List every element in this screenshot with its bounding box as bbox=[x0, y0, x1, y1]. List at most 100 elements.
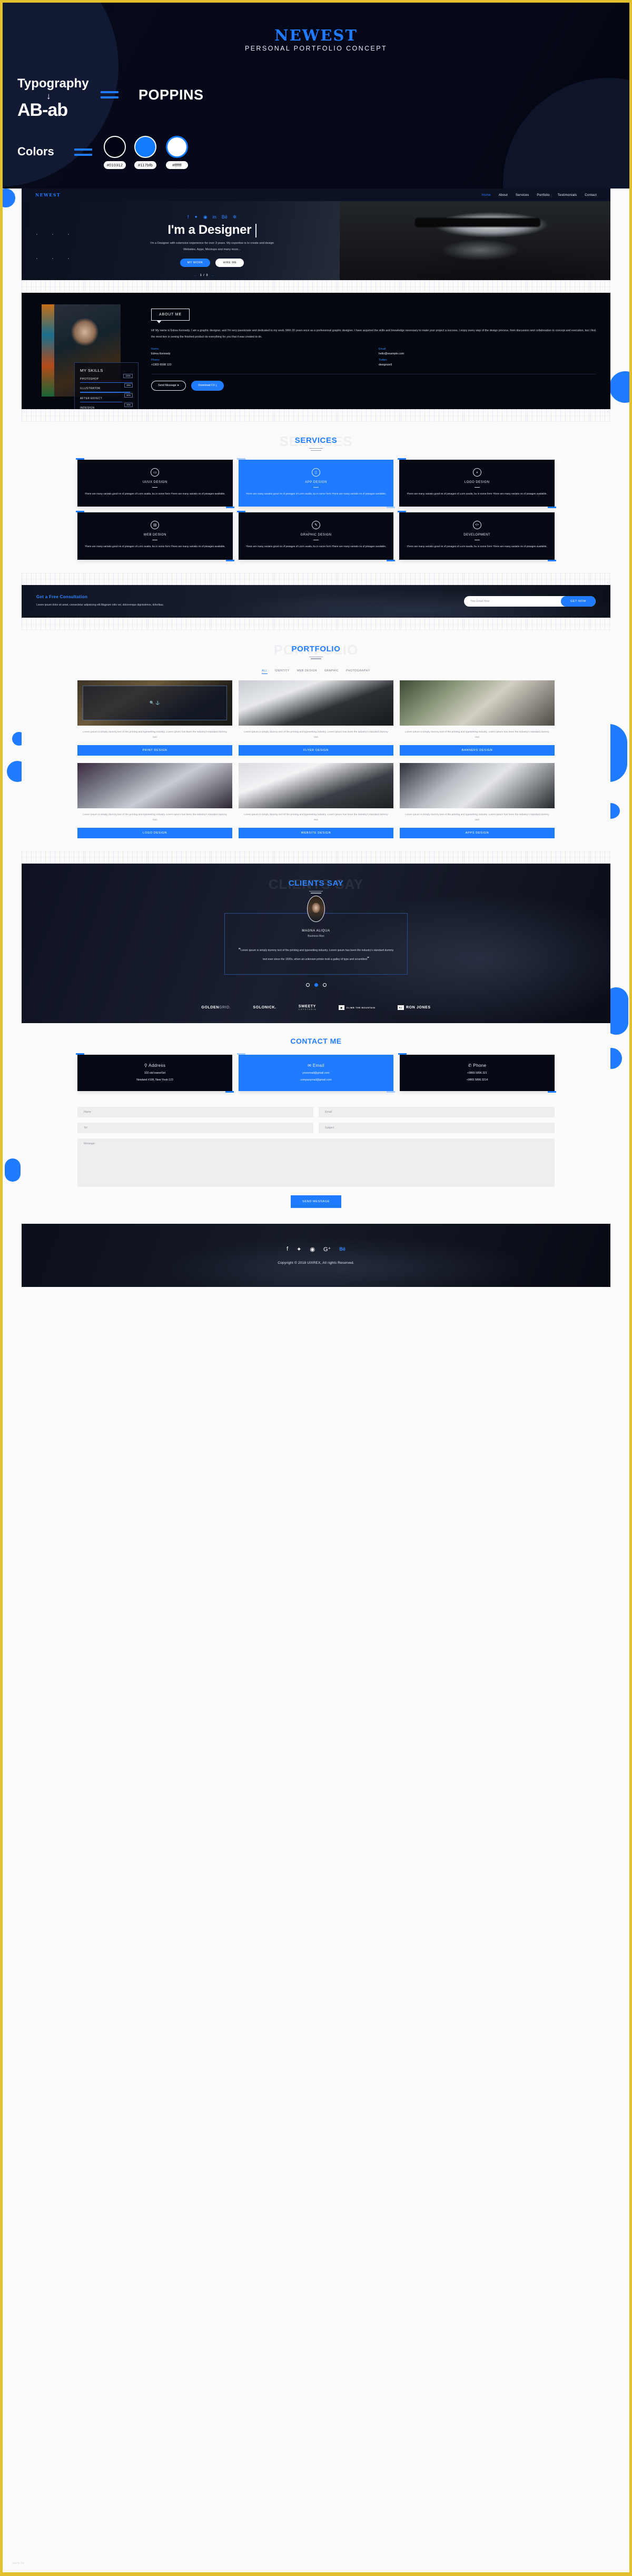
service-dash bbox=[474, 487, 480, 488]
hero-buttons: MY WORK HIRE ME bbox=[180, 258, 244, 267]
tel-input[interactable]: Tel bbox=[77, 1122, 313, 1133]
portfolio-button[interactable]: APPS DESIGN bbox=[400, 827, 555, 838]
send-message-label: Send Message bbox=[158, 384, 176, 388]
form-row-1: Name Email bbox=[77, 1106, 555, 1117]
about-info-name: Name: Edrea Kennedy bbox=[151, 348, 368, 355]
email-input[interactable]: Email bbox=[319, 1106, 555, 1117]
testimonial-quote-text: Lorem ipsum is simply dummy text of the … bbox=[240, 948, 394, 962]
portfolio-button[interactable]: PRINT DESIGN bbox=[77, 745, 232, 756]
portfolio-thumbnail[interactable] bbox=[77, 680, 232, 726]
services-section: SERVICES SERVICES ▭ UI/UX DESIGN There a… bbox=[22, 422, 610, 572]
doodle-divider-5 bbox=[22, 850, 610, 864]
nav-item-home[interactable]: Home bbox=[482, 193, 491, 197]
about-phone-label: Phone: bbox=[151, 359, 160, 362]
portfolio-button[interactable]: LOGO DESIGN bbox=[77, 827, 232, 838]
testimonial-dot-3[interactable] bbox=[322, 983, 327, 987]
service-dash bbox=[152, 487, 158, 488]
testimonial-name: MAGNA ALIQUA bbox=[302, 929, 330, 933]
instagram-icon[interactable]: ◉ bbox=[310, 1246, 315, 1253]
facebook-icon[interactable]: f bbox=[187, 214, 189, 220]
contact-section: CONTACT ME ⚲ Address 102 old towneStrt N… bbox=[22, 1023, 610, 1224]
nav-item-services[interactable]: Services bbox=[516, 193, 529, 197]
my-work-button[interactable]: MY WORK bbox=[180, 258, 211, 267]
portfolio-grid-row-1: Lorem ipsum is simply dummy text of the … bbox=[36, 680, 596, 756]
layers-icon: ▤ bbox=[151, 521, 160, 530]
behance-icon[interactable]: Bē bbox=[339, 1246, 345, 1252]
service-card-development[interactable]: </> DEVELOPMENT There are many variatio … bbox=[398, 511, 556, 561]
portfolio-heading: PORTFOLIO PORTFOLIO bbox=[36, 641, 596, 664]
subject-input[interactable]: Subject bbox=[319, 1122, 555, 1133]
nav-item-contact[interactable]: Contact bbox=[585, 193, 597, 197]
monitor-icon: ▭ bbox=[151, 468, 160, 477]
frame-border-left bbox=[0, 0, 3, 2576]
facebook-icon[interactable]: f bbox=[287, 1246, 288, 1252]
filter-all[interactable]: ALL bbox=[262, 669, 268, 674]
portfolio-thumbnail[interactable] bbox=[77, 762, 232, 808]
portfolio-thumbnail[interactable] bbox=[400, 680, 555, 726]
send-message-submit-button[interactable]: SEND MESSAGE bbox=[291, 1195, 341, 1208]
get-now-button[interactable]: GET NOW bbox=[561, 596, 596, 607]
hire-me-button[interactable]: HIRE ME bbox=[215, 258, 244, 267]
message-textarea[interactable]: Message bbox=[77, 1138, 555, 1187]
contact-card-address[interactable]: ⚲ Address 102 old towneStrt Newland #106… bbox=[76, 1053, 234, 1093]
twitter-icon[interactable]: ✦ bbox=[297, 1246, 301, 1253]
filter-photography[interactable]: PHOTOGRAPHY bbox=[346, 669, 370, 674]
service-name: LOGO DESIGN bbox=[464, 481, 490, 484]
portfolio-item[interactable]: Lorem ipsum is simply dummy text of the … bbox=[400, 680, 555, 756]
filter-web-design[interactable]: WEB DESIGN bbox=[297, 669, 317, 674]
site-logo[interactable]: NEWEST bbox=[35, 192, 61, 197]
nav-item-about[interactable]: About bbox=[499, 193, 508, 197]
portfolio-item[interactable]: Lorem ipsum is simply dummy text of the … bbox=[239, 680, 393, 756]
service-desc: There are many variatio good ns of pssag… bbox=[85, 493, 225, 496]
swatch-dark-dot bbox=[104, 136, 126, 158]
service-card-logo[interactable]: ◖ LOGO DESIGN There are many variatio go… bbox=[398, 458, 556, 509]
equals-icon-typography bbox=[101, 91, 118, 98]
hero-slider: f ✦ ◉ in Bē ✲ I'm a Designer I'm a Desig… bbox=[22, 201, 610, 280]
testimonial-dot-1[interactable] bbox=[305, 983, 310, 987]
slider-next-arrow[interactable]: → bbox=[211, 274, 214, 277]
twitter-icon[interactable]: ✦ bbox=[194, 214, 198, 220]
download-cv-button[interactable]: Download CV ⤓ bbox=[191, 381, 224, 391]
portfolio-button[interactable]: WEBSITE DESIGN bbox=[239, 827, 393, 838]
climb-badge-icon: ▦ bbox=[339, 1005, 344, 1010]
slider-counter: 1 / 3 bbox=[200, 274, 209, 277]
slider-prev-arrow[interactable]: ← bbox=[194, 274, 197, 277]
portfolio-title: PORTFOLIO bbox=[291, 644, 341, 653]
portfolio-item[interactable]: Lorem ipsum is simply dummy text of the … bbox=[77, 680, 232, 756]
skill-row: 95% ILLUSTRATOR bbox=[80, 383, 133, 393]
portfolio-thumbnail[interactable] bbox=[239, 762, 393, 808]
swatch-blue-dot bbox=[134, 136, 156, 158]
testimonials-title: CLIENTS SAY bbox=[288, 878, 344, 888]
portfolio-button[interactable]: FLYER DESIGN bbox=[239, 745, 393, 756]
contact-card-email[interactable]: ✉ Email youremail@gmail.com companymail@… bbox=[237, 1053, 395, 1093]
contact-card-phone[interactable]: ✆ Phone +9865 5896 321 +9865 5896 3214 bbox=[398, 1053, 556, 1093]
swatch-blue-code: #117bfb bbox=[134, 161, 156, 169]
linkedin-icon[interactable]: in bbox=[213, 214, 216, 220]
nav-item-testimonials[interactable]: Testimonials bbox=[558, 193, 577, 197]
portfolio-button[interactable]: BANNERS DESIGN bbox=[400, 745, 555, 756]
service-card-uiux[interactable]: ▭ UI/UX DESIGN There are many variatio g… bbox=[76, 458, 234, 509]
service-card-graphic[interactable]: ✎ GRAPHIC DESIGN There are many variatio… bbox=[236, 511, 395, 561]
portfolio-thumbnail[interactable] bbox=[400, 762, 555, 808]
portfolio-item[interactable]: Lorem ipsum is simply dummy text of the … bbox=[77, 762, 232, 838]
doodle-divider-1 bbox=[22, 280, 610, 293]
behance-icon[interactable]: Bē bbox=[222, 214, 228, 220]
filter-identity[interactable]: IDENTITY bbox=[275, 669, 290, 674]
portfolio-thumbnail[interactable] bbox=[239, 680, 393, 726]
service-desc: There are many variatio good ns of pssag… bbox=[407, 493, 547, 496]
dribbble-icon[interactable]: ✲ bbox=[233, 214, 237, 220]
swatch-white-dot bbox=[166, 136, 188, 158]
consultation-email-input[interactable]: Your Email Here bbox=[464, 600, 561, 603]
filter-graphic[interactable]: GRAPHIC bbox=[324, 669, 339, 674]
testimonial-dot-2[interactable] bbox=[314, 983, 318, 987]
google-plus-icon[interactable]: G⁺ bbox=[323, 1246, 331, 1253]
name-input[interactable]: Name bbox=[77, 1106, 313, 1117]
send-message-button[interactable]: Send Message ➤ bbox=[151, 381, 186, 391]
portfolio-item[interactable]: Lorem ipsum is simply dummy text of the … bbox=[239, 762, 393, 838]
nav-item-portfolio[interactable]: Portfolio bbox=[537, 193, 550, 197]
client-name-bold: GOLDEN bbox=[201, 1005, 219, 1009]
portfolio-item[interactable]: Lorem ipsum is simply dummy text of the … bbox=[400, 762, 555, 838]
service-card-app[interactable]: ▯ APP DESIGN There are many variatio goo… bbox=[236, 458, 395, 509]
instagram-icon[interactable]: ◉ bbox=[203, 214, 208, 220]
service-card-web[interactable]: ▤ WEB DESIGN There are many variatio goo… bbox=[76, 511, 234, 561]
